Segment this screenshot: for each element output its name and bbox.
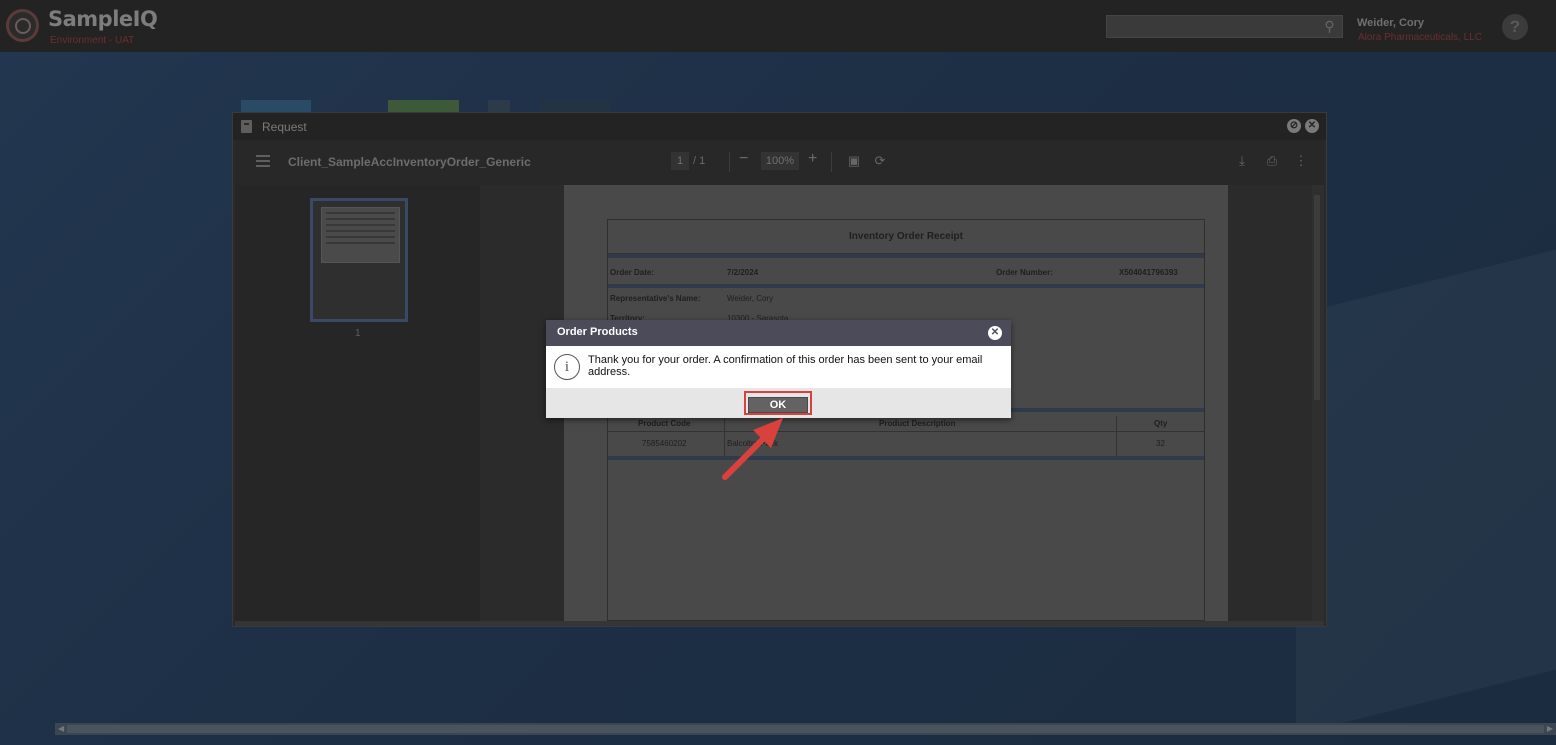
page-thumbnail[interactable] <box>310 198 408 322</box>
close-icon[interactable]: ✕ <box>1305 119 1319 133</box>
user-company: Alora Pharmaceuticals, LLC <box>1358 32 1482 43</box>
document-name: Client_SampleAccInventoryOrder_Generic <box>288 155 531 169</box>
scroll-left-icon[interactable]: ◀ <box>58 723 64 735</box>
thumbnail-sidebar: 1 <box>235 185 480 621</box>
app-logo <box>6 9 39 42</box>
search-icon[interactable]: ⚲ <box>1321 18 1338 35</box>
background-tab <box>540 100 610 112</box>
window-title-bar: Request ⊘ ✕ <box>233 113 1326 140</box>
pdf-scrollbar[interactable] <box>1312 185 1324 621</box>
order-date: 7/2/2024 <box>727 268 759 277</box>
order-confirmation-dialog: Order Products ✕ i Thank you for your or… <box>546 320 1011 418</box>
thumbnail-page-number: 1 <box>355 328 361 339</box>
order-receipt: Inventory Order Receipt Order Date: 7/2/… <box>607 219 1205 621</box>
help-icon[interactable]: ? <box>1502 14 1528 40</box>
arrow-annotation <box>722 418 783 480</box>
rotate-icon[interactable]: ⟳ <box>872 153 888 169</box>
page-number-input[interactable]: 1 <box>671 152 689 170</box>
toolbar-divider <box>831 152 832 172</box>
rep-value: Weider, Cory <box>727 294 774 303</box>
rep-label: Representative's Name: <box>610 294 701 303</box>
order-date-label: Order Date: <box>610 268 655 277</box>
zoom-level[interactable]: 100% <box>761 152 799 170</box>
close-icon[interactable]: ✕ <box>988 326 1002 340</box>
background-shape <box>1296 249 1556 735</box>
zoom-in-button[interactable]: + <box>808 150 817 168</box>
window-title: Request <box>262 120 307 134</box>
zoom-out-button[interactable]: − <box>739 150 748 168</box>
order-number-label: Order Number: <box>996 268 1053 277</box>
dialog-title: Order Products <box>557 326 638 338</box>
environment-label: Environment - UAT <box>50 35 135 46</box>
product-qty: 32 <box>1156 439 1165 448</box>
app-title: SampleIQ <box>48 7 158 31</box>
print-icon[interactable]: ⎙ <box>1264 153 1280 169</box>
window-bottom-bar <box>235 621 1324 626</box>
column-header: Product Code <box>638 419 691 428</box>
background-tab <box>388 100 459 112</box>
horizontal-scrollbar[interactable]: ◀ ▶ <box>55 723 1556 735</box>
receipt-title: Inventory Order Receipt <box>608 220 1204 254</box>
product-code: 7585460202 <box>642 439 687 448</box>
scroll-right-icon[interactable]: ▶ <box>1547 723 1553 735</box>
scrollbar-thumb[interactable] <box>67 725 1544 733</box>
background-tab <box>241 100 311 112</box>
fit-page-icon[interactable]: ▣ <box>846 153 862 169</box>
pdf-toolbar: Client_SampleAccInventoryOrder_Generic 1… <box>235 140 1324 185</box>
download-icon[interactable]: ⤓ <box>1234 153 1250 169</box>
dialog-header: Order Products ✕ <box>546 320 1011 346</box>
background-tab <box>488 100 510 112</box>
scrollbar-thumb[interactable] <box>1314 195 1320 400</box>
column-header: Qty <box>1154 419 1168 428</box>
receipt-divider <box>608 456 1204 460</box>
user-name[interactable]: Weider, Cory <box>1357 17 1424 29</box>
document-icon <box>241 120 252 133</box>
more-icon[interactable]: ⋮ <box>1293 153 1309 169</box>
table-header: Product Code Product Description Qty <box>608 416 1204 432</box>
info-icon: i <box>554 354 580 380</box>
minimize-icon[interactable]: ⊘ <box>1287 119 1301 133</box>
page-total: / 1 <box>693 155 706 167</box>
menu-icon[interactable] <box>256 155 270 167</box>
order-number: X504041796393 <box>1119 268 1178 277</box>
search-input[interactable]: ⚲ <box>1106 15 1343 38</box>
app-header: SampleIQ Environment - UAT ⚲ Weider, Cor… <box>0 0 1556 52</box>
receipt-divider <box>608 284 1204 288</box>
column-header: Product Description <box>879 419 956 428</box>
toolbar-divider <box>729 152 730 172</box>
receipt-divider <box>608 254 1204 258</box>
dialog-message: Thank you for your order. A confirmation… <box>588 354 983 378</box>
table-divider <box>1116 416 1117 456</box>
